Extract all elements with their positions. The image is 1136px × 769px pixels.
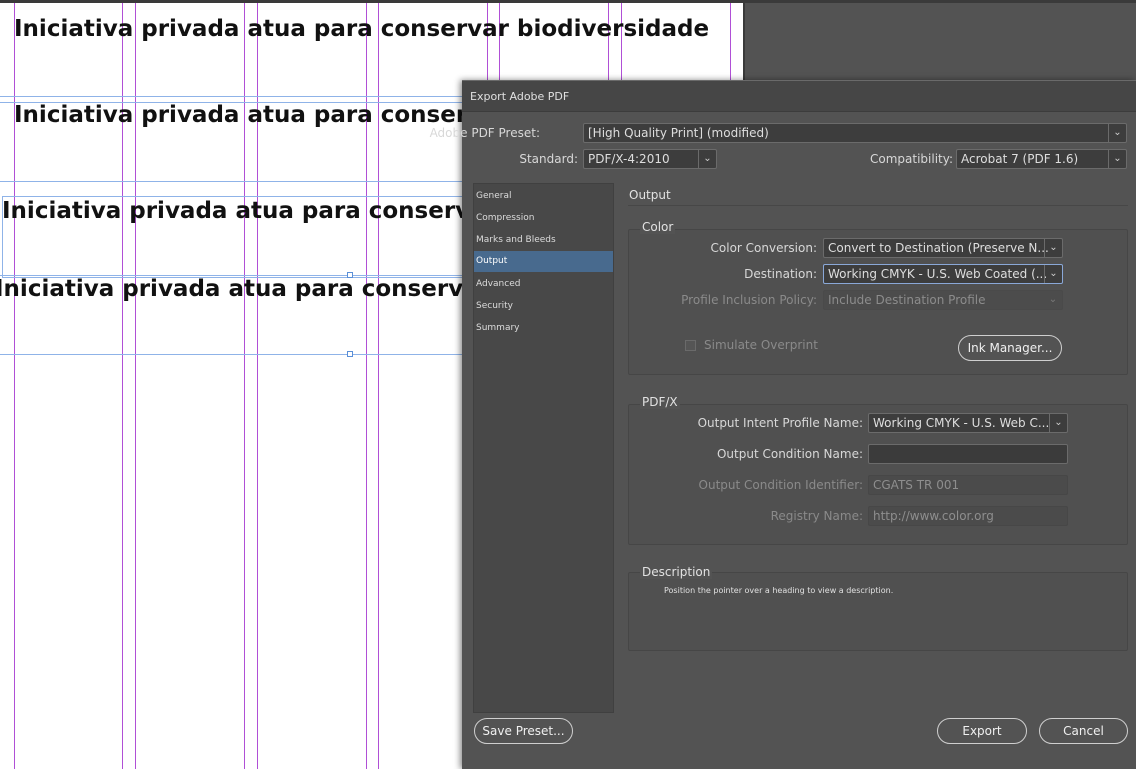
preset-dropdown[interactable]: [High Quality Print] (modified) ⌄ bbox=[583, 123, 1127, 143]
headline-1: Iniciativa privada atua para conservar b… bbox=[14, 16, 710, 42]
output-condition-id-field: CGATS TR 001 bbox=[868, 475, 1068, 495]
compatibility-value: Acrobat 7 (PDF 1.6) bbox=[961, 152, 1079, 166]
preset-value: [High Quality Print] (modified) bbox=[588, 126, 769, 140]
preset-label: Adobe PDF Preset: bbox=[429, 126, 540, 140]
color-conversion-value: Convert to Destination (Preserve N... bbox=[828, 241, 1049, 255]
export-button[interactable]: Export bbox=[937, 718, 1027, 744]
sidebar-item-summary[interactable]: Summary bbox=[474, 318, 613, 339]
registry-name-label: Registry Name: bbox=[770, 509, 863, 523]
cancel-button[interactable]: Cancel bbox=[1039, 718, 1128, 744]
color-conversion-dropdown[interactable]: Convert to Destination (Preserve N... ⌄ bbox=[823, 238, 1063, 258]
sidebar-item-marks-and-bleeds[interactable]: Marks and Bleeds bbox=[474, 230, 613, 251]
sidebar-item-output[interactable]: Output bbox=[474, 251, 613, 272]
canvas-top-border bbox=[0, 0, 1136, 3]
save-preset-button[interactable]: Save Preset... bbox=[474, 718, 573, 744]
description-title: Description bbox=[640, 565, 713, 579]
compatibility-dropdown[interactable]: Acrobat 7 (PDF 1.6) ⌄ bbox=[956, 149, 1127, 169]
standard-value: PDF/X-4:2010 bbox=[588, 152, 670, 166]
color-conversion-label: Color Conversion: bbox=[710, 241, 817, 255]
output-intent-dropdown[interactable]: Working CMYK - U.S. Web C... ⌄ bbox=[868, 413, 1068, 433]
sidebar-item-compression[interactable]: Compression bbox=[474, 208, 613, 229]
color-group-title: Color bbox=[640, 220, 676, 234]
output-condition-id-label: Output Condition Identifier: bbox=[698, 478, 863, 492]
output-section-title: Output bbox=[629, 188, 671, 202]
ink-manager-button[interactable]: Ink Manager... bbox=[958, 335, 1062, 361]
profile-inclusion-label: Profile Inclusion Policy: bbox=[681, 293, 817, 307]
simulate-overprint-checkbox[interactable] bbox=[685, 340, 696, 351]
profile-inclusion-value: Include Destination Profile bbox=[828, 293, 986, 307]
output-condition-name-input[interactable] bbox=[868, 444, 1068, 464]
profile-inclusion-dropdown[interactable]: Include Destination Profile ⌄ bbox=[823, 290, 1063, 310]
sidebar-item-advanced[interactable]: Advanced bbox=[474, 274, 613, 295]
description-text: Position the pointer over a heading to v… bbox=[664, 586, 894, 595]
chevron-down-icon: ⌄ bbox=[1108, 124, 1126, 142]
dialog-title[interactable]: Export Adobe PDF bbox=[462, 81, 1136, 112]
destination-value: Working CMYK - U.S. Web Coated (... bbox=[828, 267, 1048, 281]
chevron-down-icon: ⌄ bbox=[698, 150, 716, 168]
standard-label: Standard: bbox=[519, 152, 578, 166]
chevron-down-icon: ⌄ bbox=[1048, 294, 1058, 305]
pdfx-group-title: PDF/X bbox=[640, 395, 680, 409]
output-intent-label: Output Intent Profile Name: bbox=[697, 416, 863, 430]
registry-name-field: http://www.color.org bbox=[868, 506, 1068, 526]
compatibility-label: Compatibility: bbox=[869, 152, 953, 166]
chevron-down-icon: ⌄ bbox=[1044, 265, 1062, 283]
chevron-down-icon: ⌄ bbox=[1108, 150, 1126, 168]
chevron-down-icon: ⌄ bbox=[1049, 414, 1067, 432]
output-intent-value: Working CMYK - U.S. Web C... bbox=[873, 416, 1050, 430]
category-sidebar: General Compression Marks and Bleeds Out… bbox=[473, 183, 614, 713]
destination-dropdown[interactable]: Working CMYK - U.S. Web Coated (... ⌄ bbox=[823, 264, 1063, 284]
export-pdf-dialog: Export Adobe PDF Adobe PDF Preset: [High… bbox=[430, 80, 1136, 769]
destination-label: Destination: bbox=[744, 267, 817, 281]
output-condition-name-label: Output Condition Name: bbox=[716, 447, 863, 461]
simulate-overprint-label: Simulate Overprint bbox=[704, 338, 818, 352]
description-group bbox=[628, 572, 1128, 651]
chevron-down-icon: ⌄ bbox=[1044, 239, 1062, 257]
sidebar-item-general[interactable]: General bbox=[474, 186, 613, 207]
section-divider bbox=[628, 205, 1128, 206]
sidebar-item-security[interactable]: Security bbox=[474, 296, 613, 317]
frame-handle[interactable] bbox=[347, 351, 353, 357]
standard-dropdown[interactable]: PDF/X-4:2010 ⌄ bbox=[583, 149, 717, 169]
